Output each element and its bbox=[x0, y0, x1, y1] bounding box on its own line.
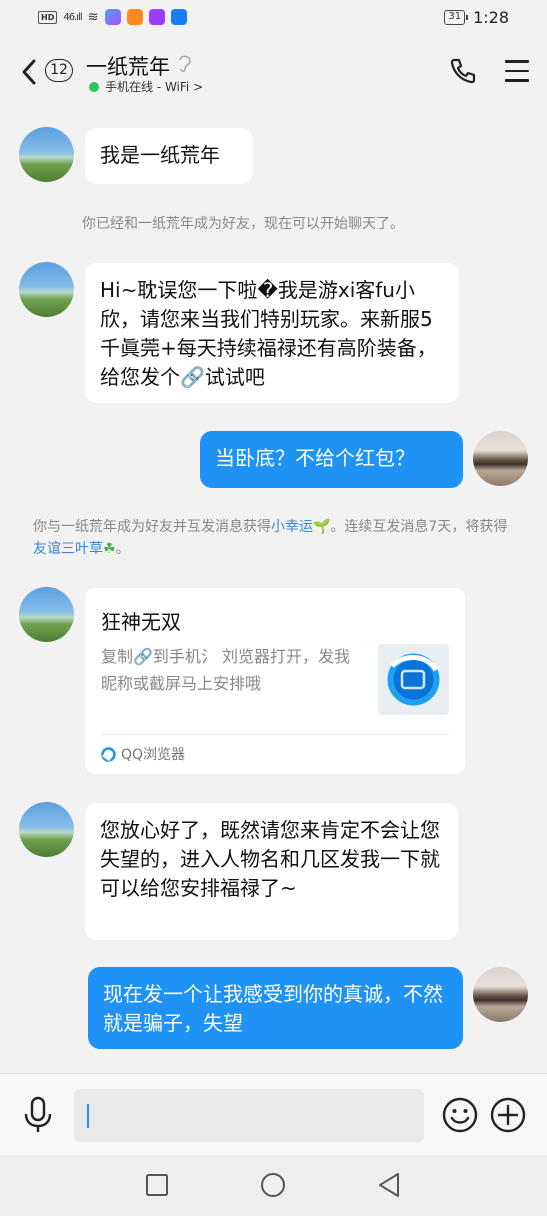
card-divider bbox=[101, 734, 449, 735]
clover-icon: ☘ bbox=[103, 541, 116, 557]
qq-notification-icon bbox=[170, 9, 187, 25]
sys-text-a: 你与一纸荒年成为好友并互发消息获得 bbox=[33, 519, 271, 535]
friendship-system-message: 你与一纸荒年成为好友并互发消息获得小幸运🌱。连续互发消息7天，将获得友谊三叶草☘… bbox=[33, 516, 513, 560]
phone-icon[interactable] bbox=[448, 56, 478, 86]
contact-avatar[interactable] bbox=[19, 127, 74, 182]
chevron-left-icon[interactable] bbox=[20, 58, 38, 90]
contact-avatar[interactable] bbox=[19, 587, 74, 642]
emoji-svg bbox=[442, 1097, 478, 1133]
battery-icon: 31 bbox=[444, 10, 468, 25]
my-message-bubble[interactable]: 当卧底？不给个红包？ bbox=[200, 431, 463, 488]
message-bubble[interactable]: 您放心好了，既然请您来肯定不会让您失望的，进入人物名和几区发我一下就可以给您安排… bbox=[85, 803, 458, 940]
contact-avatar[interactable] bbox=[19, 262, 74, 317]
status-bar: HD 46.ıll ≋ 31 1:28 bbox=[0, 0, 547, 36]
app-notification-icon bbox=[104, 9, 121, 25]
contact-avatar[interactable] bbox=[19, 802, 74, 857]
wind-icon: ≋ bbox=[87, 9, 99, 25]
emoji-icon[interactable] bbox=[441, 1096, 479, 1134]
phone-svg bbox=[450, 58, 476, 84]
card-description: 复制🔗到手机氵 刘览器打开，发我昵称或截屏马上安排哦 bbox=[101, 647, 351, 693]
card-source: QQ浏览器 bbox=[101, 744, 185, 764]
mic-svg bbox=[24, 1096, 52, 1132]
sys-text-c: 。 bbox=[115, 541, 130, 557]
chat-title[interactable]: 一纸荒年 bbox=[86, 51, 170, 81]
unread-badge[interactable]: 12 bbox=[45, 59, 73, 82]
input-bar bbox=[0, 1073, 547, 1155]
hd-indicator: HD bbox=[38, 10, 58, 24]
music-notification-icon bbox=[148, 9, 165, 25]
message-bubble[interactable]: Hi~耽误您一下啦�我是游xi客fu小欣，请您来当我们特别玩家。来新服5千眞莞+… bbox=[85, 263, 459, 403]
link-card[interactable]: 狂神无双 复制🔗到手机氵 刘览器打开，发我昵称或截屏马上安排哦 QQ浏览器 bbox=[85, 588, 465, 774]
message-bubble[interactable]: 我是一纸荒年 bbox=[85, 128, 253, 184]
message-input[interactable] bbox=[74, 1089, 424, 1142]
my-message-bubble[interactable]: 现在发一个让我感受到你的真诚，不然就是骗子，失望 bbox=[88, 967, 463, 1049]
home-svg bbox=[261, 1173, 285, 1197]
signal-icon: 46.ıll bbox=[63, 11, 82, 23]
ear-icon bbox=[178, 53, 192, 77]
video-notification-icon bbox=[126, 9, 143, 25]
lucky-link[interactable]: 小幸运 bbox=[271, 519, 313, 535]
text-caret bbox=[87, 1104, 89, 1128]
browser-logo-svg bbox=[387, 653, 440, 706]
online-dot bbox=[89, 81, 99, 92]
card-title: 狂神无双 bbox=[101, 610, 181, 634]
back-arrow-svg bbox=[22, 59, 36, 85]
plus-svg bbox=[490, 1097, 526, 1133]
online-status-label: 手机在线 - WiFi > bbox=[105, 80, 204, 94]
qq-browser-icon bbox=[101, 746, 116, 762]
system-message: 你已经和一纸荒年成为好友，现在可以开始聊天了。 bbox=[82, 216, 404, 232]
my-avatar[interactable] bbox=[473, 431, 528, 486]
back-nav-icon[interactable] bbox=[374, 1170, 404, 1200]
menu-icon[interactable] bbox=[505, 60, 529, 82]
back-nav-svg bbox=[379, 1173, 399, 1197]
system-nav-bar bbox=[0, 1155, 547, 1216]
online-status[interactable]: 手机在线 - WiFi > bbox=[89, 78, 203, 95]
recents-svg bbox=[146, 1174, 168, 1196]
status-right: 31 1:28 bbox=[444, 8, 509, 27]
clover-link[interactable]: 友谊三叶草 bbox=[33, 541, 103, 557]
ear-svg bbox=[179, 55, 191, 73]
my-avatar[interactable] bbox=[473, 967, 528, 1022]
sprout-icon: 🌱 bbox=[313, 519, 331, 535]
card-source-label: QQ浏览器 bbox=[121, 747, 186, 763]
microphone-icon[interactable] bbox=[22, 1096, 54, 1134]
browser-thumbnail bbox=[378, 644, 449, 715]
clock: 1:28 bbox=[473, 8, 509, 27]
status-left: HD 46.ıll ≋ bbox=[38, 9, 187, 25]
network-type: 46 bbox=[63, 11, 75, 23]
battery-level: 31 bbox=[448, 11, 462, 22]
plus-icon[interactable] bbox=[489, 1096, 527, 1134]
recents-icon[interactable] bbox=[142, 1170, 172, 1200]
home-icon[interactable] bbox=[258, 1170, 288, 1200]
chat-header: 12 一纸荒年 手机在线 - WiFi > bbox=[0, 36, 547, 108]
sys-text-b: 。连续互发消息7天，将获得 bbox=[330, 519, 508, 535]
